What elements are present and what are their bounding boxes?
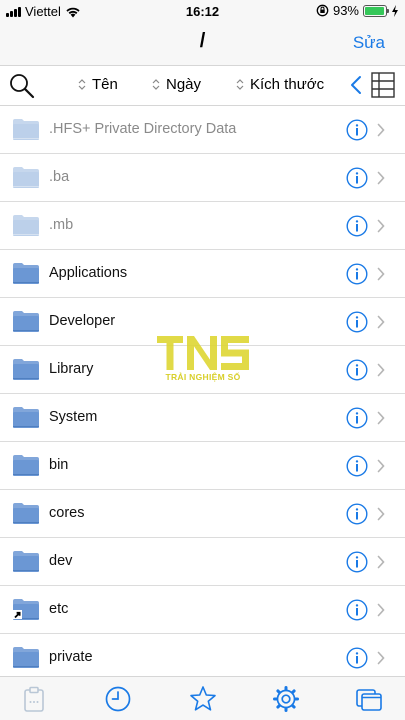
battery-percent: 93%: [332, 3, 359, 18]
folder-icon: [13, 215, 39, 236]
list-item[interactable]: bin: [0, 442, 405, 490]
chevron-right-icon: [377, 363, 385, 377]
list-item[interactable]: Developer: [0, 298, 405, 346]
clipboard-icon: [24, 686, 44, 712]
folder-icon: [13, 167, 39, 188]
sort-by-size-button[interactable]: Kích thước: [236, 76, 324, 93]
sort-arrows-icon: [152, 79, 160, 90]
list-item[interactable]: .ba: [0, 154, 405, 202]
folder-icon: [13, 455, 39, 476]
info-icon[interactable]: [346, 407, 368, 429]
folder-icon: [13, 119, 39, 140]
file-list: .HFS+ Private Directory Data .ba .mb App…: [0, 106, 405, 676]
file-name: cores: [49, 505, 85, 521]
file-name: .mb: [49, 217, 74, 233]
sort-name-label: Tên: [92, 76, 118, 93]
sort-arrows-icon: [78, 79, 86, 90]
list-item[interactable]: cores: [0, 490, 405, 538]
list-item[interactable]: Library: [0, 346, 405, 394]
search-icon[interactable]: [8, 72, 36, 100]
chevron-left-icon[interactable]: [350, 75, 362, 95]
info-icon[interactable]: [346, 551, 368, 573]
file-name: .ba: [49, 169, 70, 185]
info-icon[interactable]: [346, 359, 368, 381]
file-name: private: [49, 649, 93, 665]
settings-gear-icon: [273, 686, 299, 712]
info-icon[interactable]: [346, 599, 368, 621]
file-name: Applications: [49, 265, 128, 281]
windows-tab[interactable]: [355, 685, 383, 713]
sort-bar: Tên Ngày Kích thước: [0, 66, 405, 106]
page-title: /: [199, 30, 206, 52]
list-item[interactable]: dev: [0, 538, 405, 586]
battery-icon: [363, 4, 389, 17]
edit-button[interactable]: Sửa: [353, 33, 385, 53]
file-name: Developer: [49, 313, 116, 329]
list-layout-icon[interactable]: [371, 72, 395, 98]
info-icon[interactable]: [346, 263, 368, 285]
chevron-right-icon: [377, 411, 385, 425]
status-bar: Viettel 16:12 93%: [0, 0, 405, 22]
folder-alias-icon: [13, 599, 39, 620]
list-item[interactable]: etc: [0, 586, 405, 634]
recent-tab[interactable]: [104, 685, 132, 713]
chevron-right-icon: [377, 123, 385, 137]
chevron-right-icon: [377, 507, 385, 521]
folder-icon: [13, 359, 39, 380]
favorites-star-icon: [190, 686, 216, 711]
info-icon[interactable]: [346, 647, 368, 669]
status-right: 93%: [316, 3, 399, 18]
chevron-right-icon: [377, 171, 385, 185]
charging-bolt-icon: [392, 4, 398, 17]
rotation-lock-icon: [316, 4, 329, 17]
sort-arrows-icon: [236, 79, 244, 90]
info-icon[interactable]: [346, 167, 368, 189]
recent-clock-icon: [105, 686, 131, 712]
info-icon[interactable]: [346, 503, 368, 525]
folder-icon: [13, 407, 39, 428]
navigation-bar: / Sửa: [0, 22, 405, 66]
sort-by-date-button[interactable]: Ngày: [152, 76, 201, 93]
chevron-right-icon: [377, 603, 385, 617]
list-item[interactable]: .mb: [0, 202, 405, 250]
list-item[interactable]: System: [0, 394, 405, 442]
info-icon[interactable]: [346, 311, 368, 333]
folder-icon: [13, 551, 39, 572]
list-item[interactable]: Applications: [0, 250, 405, 298]
file-name: .HFS+ Private Directory Data: [49, 121, 237, 137]
windows-icon: [356, 689, 382, 711]
folder-icon: [13, 647, 39, 668]
chevron-right-icon: [377, 459, 385, 473]
info-icon[interactable]: [346, 455, 368, 477]
chevron-right-icon: [377, 555, 385, 569]
folder-icon: [13, 263, 39, 284]
info-icon[interactable]: [346, 119, 368, 141]
file-name: etc: [49, 601, 69, 617]
chevron-right-icon: [377, 267, 385, 281]
chevron-right-icon: [377, 651, 385, 665]
chevron-right-icon: [377, 315, 385, 329]
sort-by-name-button[interactable]: Tên: [78, 76, 118, 93]
sort-size-label: Kích thước: [250, 76, 325, 93]
folder-icon: [13, 503, 39, 524]
settings-tab[interactable]: [272, 685, 300, 713]
chevron-right-icon: [377, 219, 385, 233]
list-item[interactable]: private: [0, 634, 405, 676]
file-name: dev: [49, 553, 73, 569]
clipboard-tab[interactable]: [20, 685, 48, 713]
info-icon[interactable]: [346, 215, 368, 237]
file-name: System: [49, 409, 98, 425]
favorites-tab[interactable]: [189, 685, 217, 713]
file-name: bin: [49, 457, 69, 473]
folder-icon: [13, 311, 39, 332]
sort-date-label: Ngày: [166, 76, 202, 93]
file-name: Library: [49, 361, 94, 377]
tab-bar: [0, 676, 405, 720]
list-item[interactable]: .HFS+ Private Directory Data: [0, 106, 405, 154]
